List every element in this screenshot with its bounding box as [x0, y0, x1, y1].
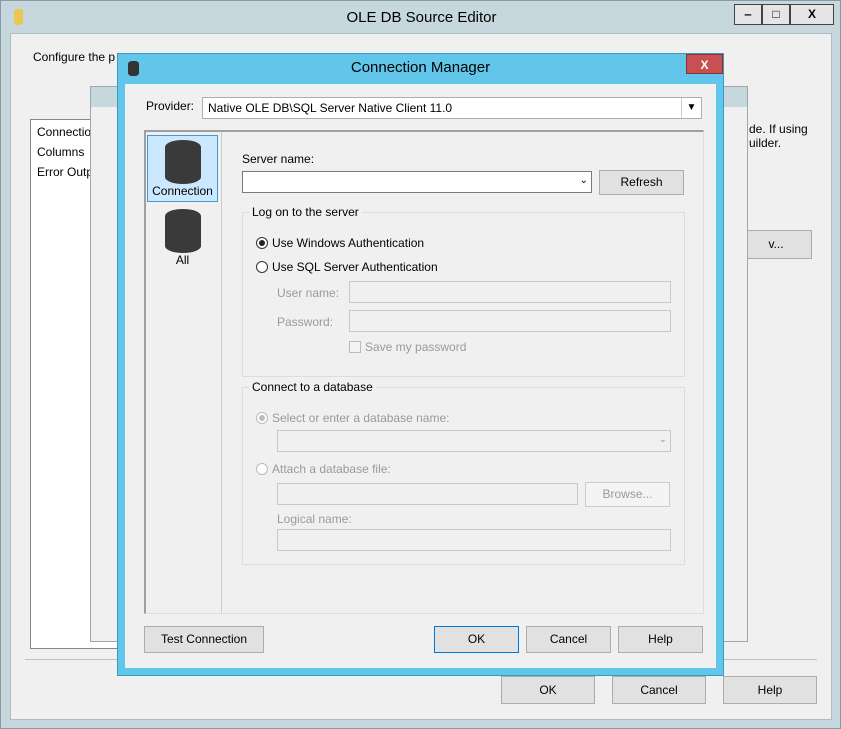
- logical-name-input[interactable]: [277, 529, 671, 551]
- cm-title: Connection Manager: [350, 59, 491, 76]
- server-name-combobox[interactable]: ⌄: [242, 171, 592, 193]
- outer-cancel-button[interactable]: Cancel: [612, 676, 706, 704]
- select-database-label[interactable]: Select or enter a database name:: [272, 411, 449, 425]
- user-name-label: User name:: [277, 286, 340, 300]
- nav-item-columns[interactable]: Columns: [37, 145, 84, 159]
- ok-button[interactable]: OK: [434, 626, 519, 653]
- attach-file-input[interactable]: [277, 483, 578, 505]
- server-name-label: Server name:: [242, 152, 315, 166]
- refresh-button[interactable]: Refresh: [599, 170, 684, 195]
- nav-item-error-output[interactable]: Error Outp: [37, 165, 93, 179]
- intro-text: Configure the p: [33, 50, 116, 64]
- sql-auth-label[interactable]: Use SQL Server Authentication: [272, 260, 438, 274]
- password-input[interactable]: [349, 310, 671, 332]
- save-password-checkbox[interactable]: [349, 341, 361, 353]
- close-button[interactable]: X: [790, 4, 834, 25]
- cancel-button[interactable]: Cancel: [526, 626, 611, 653]
- right-text-1: de. If using: [749, 122, 808, 136]
- logical-name-label: Logical name:: [277, 512, 352, 526]
- sql-auth-radio[interactable]: [256, 261, 268, 273]
- windows-auth-radio[interactable]: [256, 237, 268, 249]
- help-button[interactable]: Help: [618, 626, 703, 653]
- window-title: OLE DB Source Editor: [346, 9, 497, 26]
- test-connection-button[interactable]: Test Connection: [144, 626, 264, 653]
- provider-select[interactable]: Native OLE DB\SQL Server Native Client 1…: [202, 97, 702, 119]
- page-all[interactable]: All: [147, 205, 218, 272]
- outer-ok-button[interactable]: OK: [501, 676, 595, 704]
- provider-label: Provider:: [146, 99, 195, 113]
- maximize-button[interactable]: □: [762, 4, 790, 25]
- chevron-down-icon[interactable]: ⌄: [580, 175, 588, 186]
- select-database-radio[interactable]: [256, 412, 268, 424]
- database-icon: [128, 61, 139, 76]
- right-text-2: uilder.: [749, 136, 782, 150]
- database-plug-icon: [164, 140, 201, 184]
- cm-close-button[interactable]: X: [686, 54, 723, 74]
- browse-button[interactable]: Browse...: [585, 482, 670, 507]
- chevron-down-icon[interactable]: ⌄: [659, 434, 667, 445]
- password-label: Password:: [277, 315, 334, 329]
- save-password-label: Save my password: [365, 340, 467, 354]
- chevron-down-icon[interactable]: ▼: [681, 98, 701, 118]
- outer-help-button[interactable]: Help: [723, 676, 817, 704]
- user-name-input[interactable]: [349, 281, 671, 303]
- page-connection[interactable]: Connection: [147, 135, 218, 202]
- minimize-button[interactable]: ‒: [734, 4, 762, 25]
- nav-item-connection[interactable]: Connectio: [37, 125, 91, 139]
- database-plug-wrench-icon: [164, 209, 201, 253]
- attach-database-label[interactable]: Attach a database file:: [272, 462, 391, 476]
- windows-auth-label[interactable]: Use Windows Authentication: [272, 236, 424, 250]
- attach-database-radio[interactable]: [256, 463, 268, 475]
- app-icon: [14, 9, 23, 25]
- database-name-combobox[interactable]: ⌄: [277, 430, 671, 452]
